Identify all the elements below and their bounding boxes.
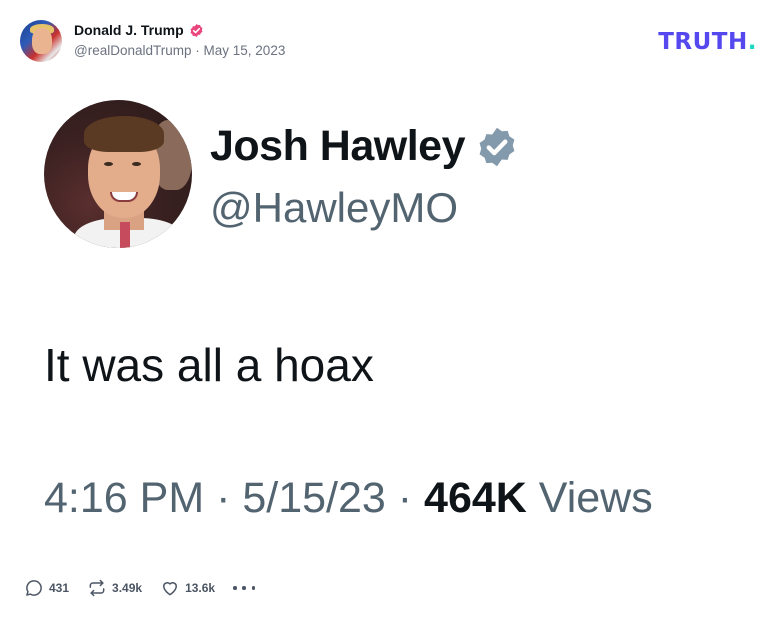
retruth-button[interactable]: 3.49k [87,578,142,598]
truth-logo[interactable]: TRUTH. [658,29,757,55]
retruth-count: 3.49k [112,581,143,595]
post-date[interactable]: May 15, 2023 [204,43,286,58]
tweet-text: It was all a hoax [44,339,374,391]
tweet-author-name: Josh Hawley [210,122,466,170]
tweet-date: 5/15/23 [242,474,386,522]
tweet-name-row: Josh Hawley [210,122,519,171]
tweet-views-label: Views [526,474,653,522]
author-name[interactable]: Donald J. Trump [74,22,184,40]
post-meta: @realDonaldTrump · May 15, 2023 [74,43,285,60]
tweet-meta-sep-1: · [204,474,243,522]
like-count: 13.6k [185,581,216,595]
tweet-meta-sep-2: · [385,474,425,522]
tweet-meta: 4:16 PM · 5/15/23 · 464K Views [44,474,653,523]
post-actions: 431 3.49k 13.6k [24,578,256,598]
tweet-time: 4:16 PM [44,474,205,522]
author-handle[interactable]: @realDonaldTrump [74,43,192,58]
author-name-row: Donald J. Trump [74,22,285,40]
reply-count: 431 [49,581,70,595]
retruth-icon [89,579,105,597]
verified-badge-icon [190,24,203,38]
tweet-verified-badge-icon [479,127,515,166]
tweet-views-count: 464K [424,474,527,522]
truth-logo-text: TRUTH [658,29,748,55]
reply-icon [26,580,42,596]
embedded-tweet-image: Josh Hawley @HawleyMO It was all a hoax … [0,90,777,540]
heart-icon [163,582,178,596]
tweet-author-avatar [44,100,192,248]
author-avatar[interactable] [20,20,62,62]
reply-button[interactable]: 431 [24,578,69,598]
more-icon [233,586,237,590]
truth-logo-dot: . [747,29,757,55]
post-header: Donald J. Trump @realDonaldTrump · May 1… [20,20,285,62]
author-info: Donald J. Trump @realDonaldTrump · May 1… [74,22,285,60]
meta-separator: · [195,43,200,59]
like-button[interactable]: 13.6k [160,578,215,598]
more-options-button[interactable] [233,578,256,598]
tweet-author-handle: @HawleyMO [210,184,459,231]
